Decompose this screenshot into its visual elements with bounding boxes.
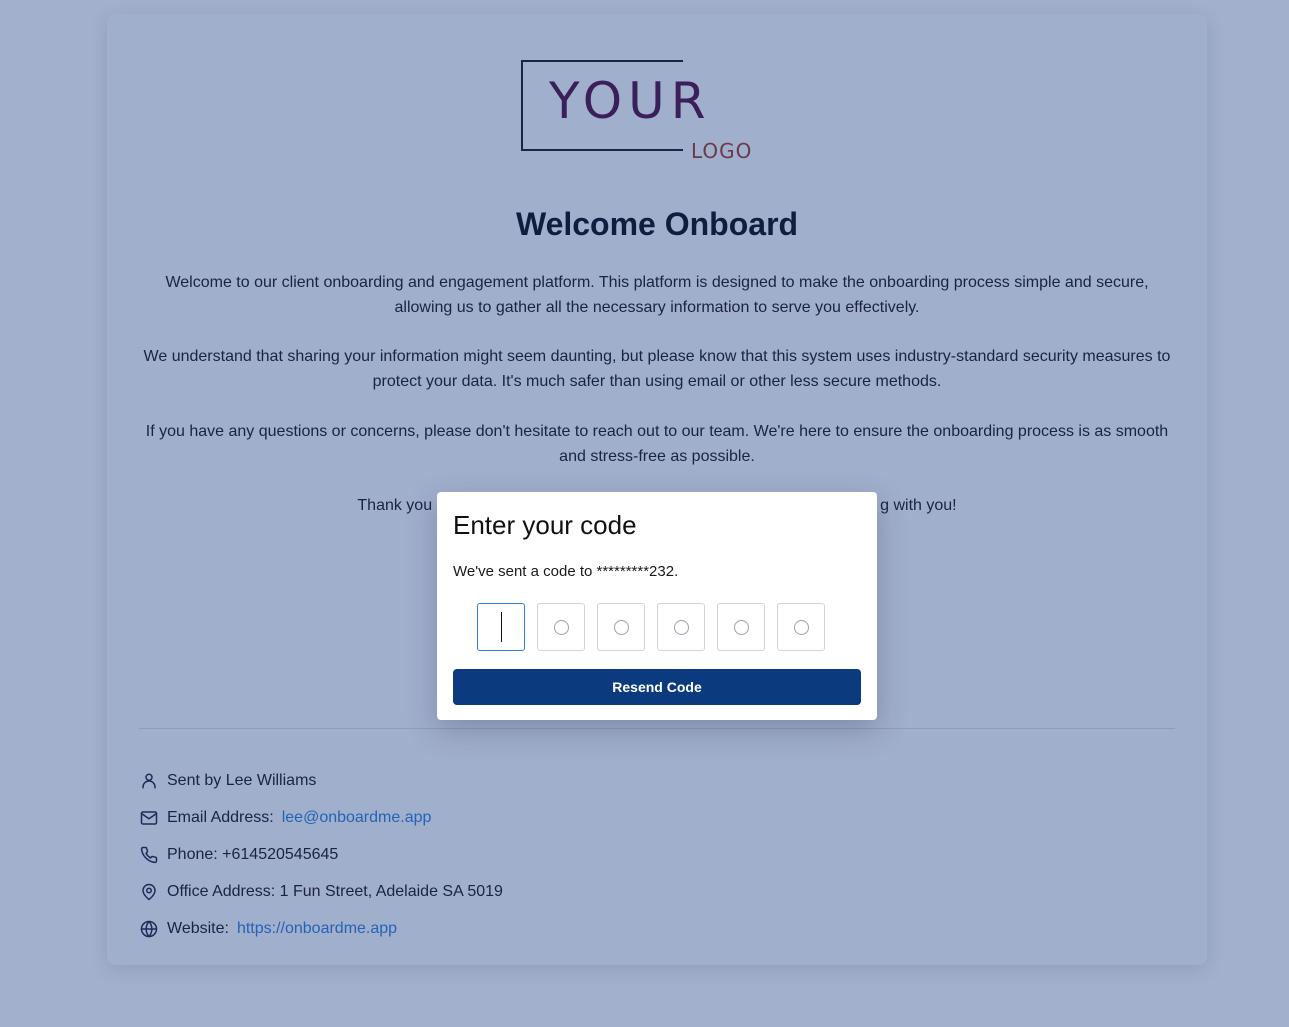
onboarding-card: YOUR LOGO Welcome Onboard Welcome to our… xyxy=(107,14,1207,965)
verification-code-modal: Enter your code We've sent a code to ***… xyxy=(437,492,877,720)
office-row: Office Address: 1 Fun Street, Adelaide S… xyxy=(139,873,503,910)
page-backdrop: YOUR LOGO Welcome Onboard Welcome to our… xyxy=(0,0,1289,1027)
text-caret xyxy=(500,612,502,642)
modal-title: Enter your code xyxy=(453,510,637,540)
logo-word-sub: LOGO xyxy=(691,139,753,163)
intro-paragraph: Welcome to our client onboarding and eng… xyxy=(165,274,1149,316)
thank-you-text-right: g with you! xyxy=(880,497,957,514)
code-digit-input-2[interactable] xyxy=(537,603,585,651)
phone-text: Phone: +614520545645 xyxy=(167,845,339,863)
circle-placeholder-icon xyxy=(793,619,809,635)
logo-word-main: YOUR xyxy=(549,72,712,130)
code-digit-input-3[interactable] xyxy=(597,603,645,651)
code-digit-input-6[interactable] xyxy=(777,603,825,651)
code-input-group xyxy=(477,603,825,651)
company-logo: YOUR LOGO xyxy=(521,58,771,168)
email-link[interactable]: lee@onboardme.app xyxy=(282,809,432,827)
phone-icon xyxy=(139,845,159,865)
circle-placeholder-icon xyxy=(673,619,689,635)
user-icon xyxy=(139,771,159,791)
map-pin-icon xyxy=(139,882,159,902)
globe-icon xyxy=(139,919,159,939)
mail-icon xyxy=(139,808,159,828)
circle-placeholder-icon xyxy=(553,619,569,635)
sent-by-text: Sent by Lee Williams xyxy=(167,771,317,789)
modal-message: We've sent a code to *********232. xyxy=(453,563,679,580)
email-label: Email Address: xyxy=(167,808,274,826)
code-digit-input-5[interactable] xyxy=(717,603,765,651)
circle-placeholder-icon xyxy=(733,619,749,635)
resend-code-button[interactable]: Resend Code xyxy=(453,669,861,705)
website-row: Website: https://onboardme.app xyxy=(139,910,503,947)
contact-paragraph: If you have any questions or concerns, p… xyxy=(145,423,1169,465)
sender-info-list: Sent by Lee Williams Email Address: lee@… xyxy=(139,762,503,947)
website-link[interactable]: https://onboardme.app xyxy=(237,920,397,938)
circle-placeholder-icon xyxy=(613,619,629,635)
thank-you-text-left: Thank you xyxy=(357,497,433,514)
code-digit-input-1[interactable] xyxy=(477,603,525,651)
office-text: Office Address: 1 Fun Street, Adelaide S… xyxy=(167,882,503,900)
security-paragraph: We understand that sharing your informat… xyxy=(143,348,1171,390)
sent-by-row: Sent by Lee Williams xyxy=(139,762,503,799)
code-digit-input-4[interactable] xyxy=(657,603,705,651)
page-title: Welcome Onboard xyxy=(515,206,799,242)
email-row: Email Address: lee@onboardme.app xyxy=(139,799,503,836)
divider xyxy=(139,728,1175,729)
website-label: Website: xyxy=(167,919,229,937)
phone-row: Phone: +614520545645 xyxy=(139,836,503,873)
